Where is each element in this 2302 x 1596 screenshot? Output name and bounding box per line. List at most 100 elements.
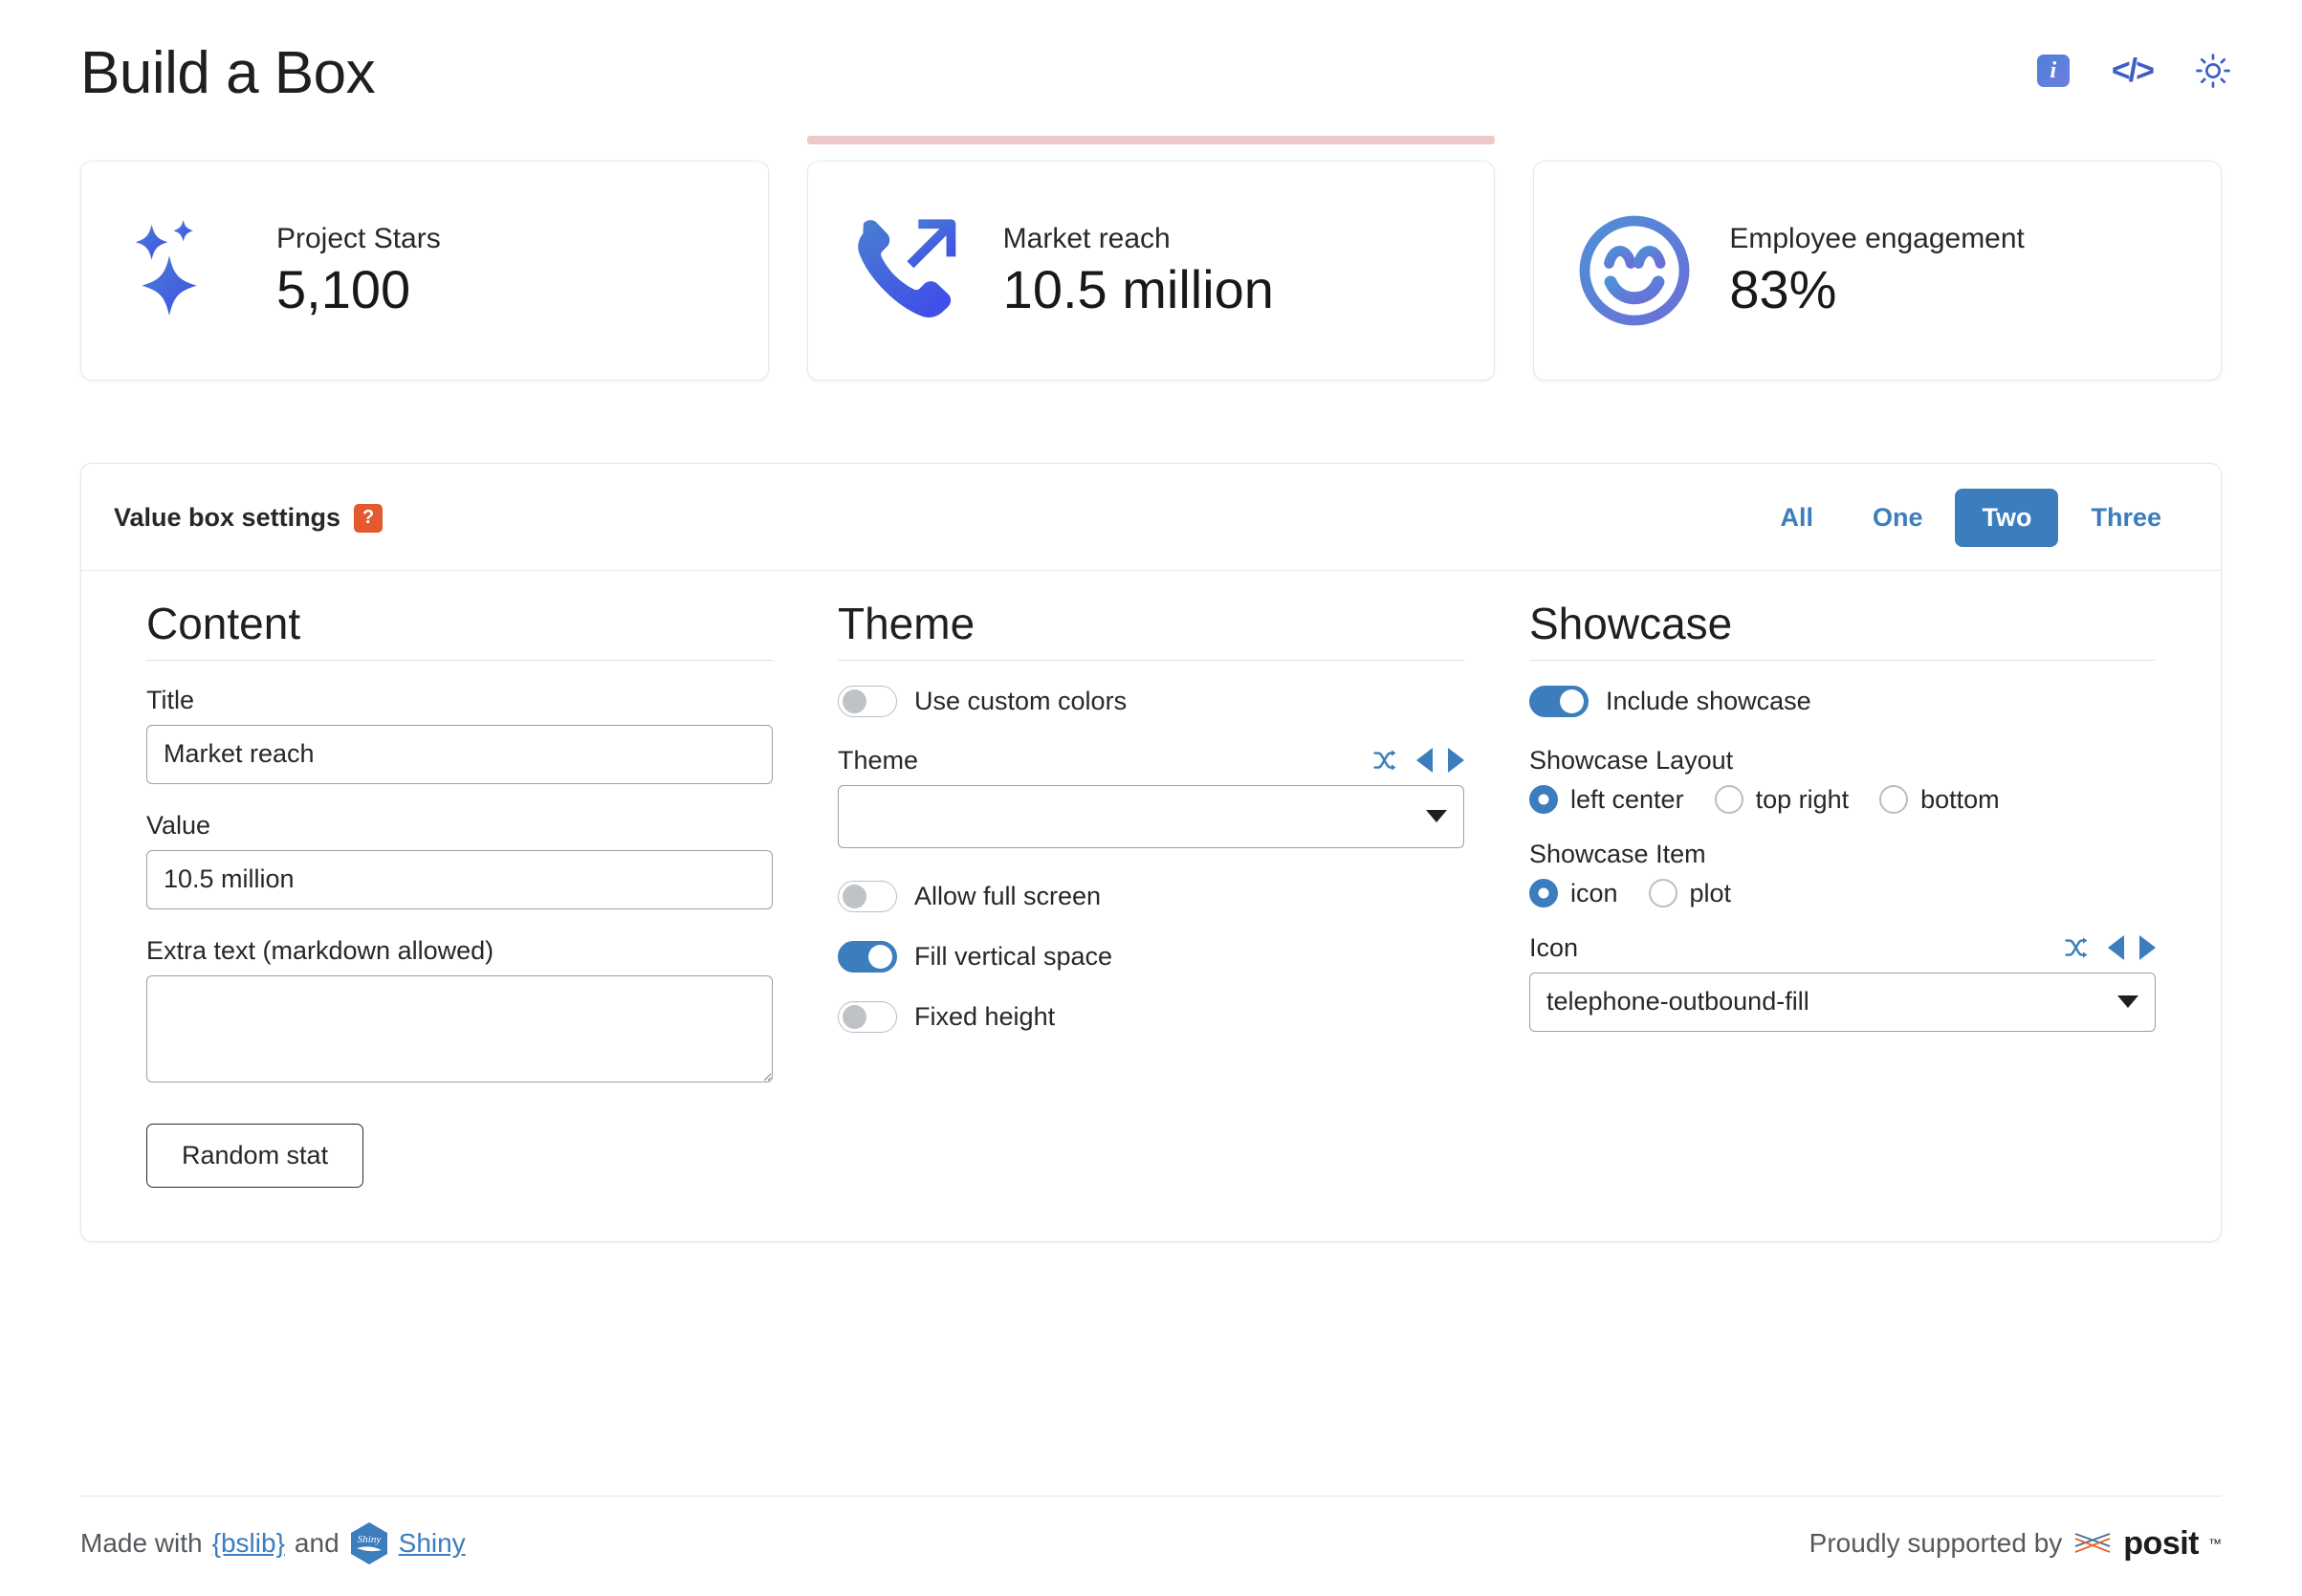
- help-icon[interactable]: ?: [354, 503, 384, 533]
- tab-all[interactable]: All: [1753, 489, 1840, 547]
- theme-label: Theme: [838, 745, 919, 775]
- fixed-height-label: Fixed height: [914, 1001, 1056, 1031]
- header-icon-group: i </>: [2036, 52, 2231, 96]
- value-input[interactable]: [146, 849, 773, 909]
- footer-right: Proudly supported by posit ™: [1809, 1525, 2222, 1563]
- theme-select[interactable]: [838, 784, 1464, 848]
- showcase-layout-label: Showcase Layout: [1529, 745, 1734, 775]
- showcase-layout-radio-group: left center top right bottom: [1529, 785, 2156, 815]
- trademark-symbol: ™: [2208, 1536, 2222, 1551]
- value-box-employee-engagement[interactable]: Employee engagement 83%: [1533, 136, 2223, 381]
- svg-text:Shiny: Shiny: [357, 1534, 381, 1545]
- value-field-group: Value: [146, 811, 773, 909]
- allow-full-screen-row: Allow full screen: [838, 880, 1464, 912]
- telephone-outbound-fill-icon: [846, 208, 971, 333]
- theme-column: Theme Use custom colors Theme Allow full…: [805, 600, 1497, 1188]
- selection-marker: [806, 136, 1496, 144]
- code-icon-glyph: </>: [2111, 52, 2155, 89]
- app-root: Build a Box i </> Project Stars 5,100 Ma…: [0, 0, 2302, 1596]
- radio-top-right[interactable]: top right: [1714, 785, 1849, 815]
- fixed-height-row: Fixed height: [838, 1000, 1464, 1033]
- radio-bottom-label: bottom: [1920, 784, 2000, 814]
- content-heading: Content: [146, 599, 301, 648]
- value-box-project-stars[interactable]: Project Stars 5,100: [80, 136, 769, 381]
- theme-select-label-row: Theme: [838, 746, 1464, 776]
- fixed-height-toggle[interactable]: [838, 1000, 897, 1033]
- icon-nav-icons: [2064, 935, 2156, 961]
- radio-plot-dot: [1648, 879, 1677, 908]
- radio-plot-label: plot: [1689, 878, 1732, 907]
- sun-icon[interactable]: [2195, 53, 2231, 89]
- value-box-title: Employee engagement: [1729, 222, 2025, 254]
- divider: [146, 659, 773, 661]
- value-box-market-reach[interactable]: Market reach 10.5 million: [806, 136, 1496, 381]
- footer-left: Made with {bslib} and Shiny Shiny: [80, 1521, 466, 1565]
- radio-top-right-dot: [1714, 785, 1743, 815]
- include-showcase-toggle[interactable]: [1529, 685, 1589, 717]
- theme-nav-icons: [1372, 748, 1464, 774]
- random-stat-button[interactable]: Random stat: [146, 1123, 364, 1188]
- radio-left-center[interactable]: left center: [1529, 785, 1684, 815]
- tab-three[interactable]: Three: [2064, 489, 2188, 547]
- made-with-label: Made with: [80, 1528, 203, 1558]
- radio-icon-dot: [1529, 879, 1558, 908]
- page-title: Build a Box: [80, 40, 376, 106]
- showcase-heading: Showcase: [1529, 599, 1733, 648]
- theme-heading: Theme: [838, 599, 976, 648]
- showcase-column: Showcase Include showcase Showcase Layou…: [1497, 600, 2188, 1188]
- radio-icon[interactable]: icon: [1529, 879, 1618, 908]
- selection-marker: [80, 136, 769, 144]
- settings-header: Value box settings ? All One Two Three: [81, 464, 2221, 571]
- icon-label: Icon: [1529, 932, 1579, 962]
- previous-icon[interactable]: [1416, 748, 1433, 774]
- showcase-item-radio-group: icon plot: [1529, 879, 2156, 908]
- icon-select-value: telephone-outbound-fill: [1546, 987, 1809, 1017]
- tab-two[interactable]: Two: [1955, 489, 2059, 547]
- chevron-down-icon: [1426, 810, 1447, 823]
- code-icon[interactable]: </>: [2111, 52, 2155, 90]
- emoji-smile-icon: [1572, 208, 1697, 333]
- fill-vertical-space-toggle[interactable]: [838, 940, 897, 973]
- settings-card: Value box settings ? All One Two Three C…: [80, 463, 2222, 1242]
- allow-full-screen-toggle[interactable]: [838, 880, 897, 912]
- tab-one[interactable]: One: [1846, 489, 1950, 547]
- settings-title: Value box settings: [114, 503, 341, 532]
- shiny-link[interactable]: Shiny: [399, 1528, 466, 1559]
- title-label: Title: [146, 685, 195, 714]
- posit-wordmark: posit: [2123, 1524, 2199, 1562]
- value-box-row: Project Stars 5,100 Market reach 10.5 mi…: [0, 136, 2302, 381]
- next-icon[interactable]: [2139, 935, 2156, 961]
- fill-vertical-space-label: Fill vertical space: [914, 941, 1113, 971]
- value-box-value: 10.5 million: [1002, 258, 1274, 319]
- supported-by-label: Proudly supported by: [1809, 1528, 2063, 1558]
- value-box-title: Project Stars: [276, 222, 441, 254]
- value-label: Value: [146, 810, 211, 840]
- allow-full-screen-label: Allow full screen: [914, 881, 1102, 910]
- chevron-down-icon: [2117, 995, 2138, 1009]
- selection-marker: [1533, 136, 2222, 144]
- shuffle-icon[interactable]: [2064, 935, 2093, 960]
- radio-plot[interactable]: plot: [1648, 878, 1732, 908]
- app-header: Build a Box i </>: [0, 0, 2302, 122]
- showcase-item-label: Showcase Item: [1529, 839, 1706, 868]
- next-icon[interactable]: [1448, 748, 1464, 774]
- previous-icon[interactable]: [2108, 935, 2124, 961]
- shuffle-icon[interactable]: [1372, 748, 1401, 773]
- radio-bottom[interactable]: bottom: [1879, 785, 2000, 815]
- bslib-link[interactable]: {bslib}: [212, 1528, 285, 1559]
- use-custom-colors-label: Use custom colors: [914, 686, 1128, 715]
- value-box-value: 83%: [1729, 258, 1837, 319]
- content-column: Content Title Value Extra text (markdown…: [114, 600, 805, 1188]
- icon-select[interactable]: telephone-outbound-fill: [1529, 972, 2156, 1032]
- radio-left-center-dot: [1529, 785, 1558, 815]
- use-custom-colors-toggle[interactable]: [838, 685, 897, 717]
- value-box-title: Market reach: [1002, 222, 1171, 254]
- settings-tabs: All One Two Three: [1753, 489, 2188, 547]
- settings-body: Content Title Value Extra text (markdown…: [81, 571, 2221, 1241]
- info-icon[interactable]: i: [2036, 55, 2070, 87]
- value-box-value: 5,100: [276, 258, 411, 319]
- extra-text-input[interactable]: [146, 974, 773, 1082]
- radio-bottom-dot: [1879, 785, 1909, 815]
- radio-icon-label: icon: [1570, 878, 1618, 907]
- title-input[interactable]: [146, 724, 773, 784]
